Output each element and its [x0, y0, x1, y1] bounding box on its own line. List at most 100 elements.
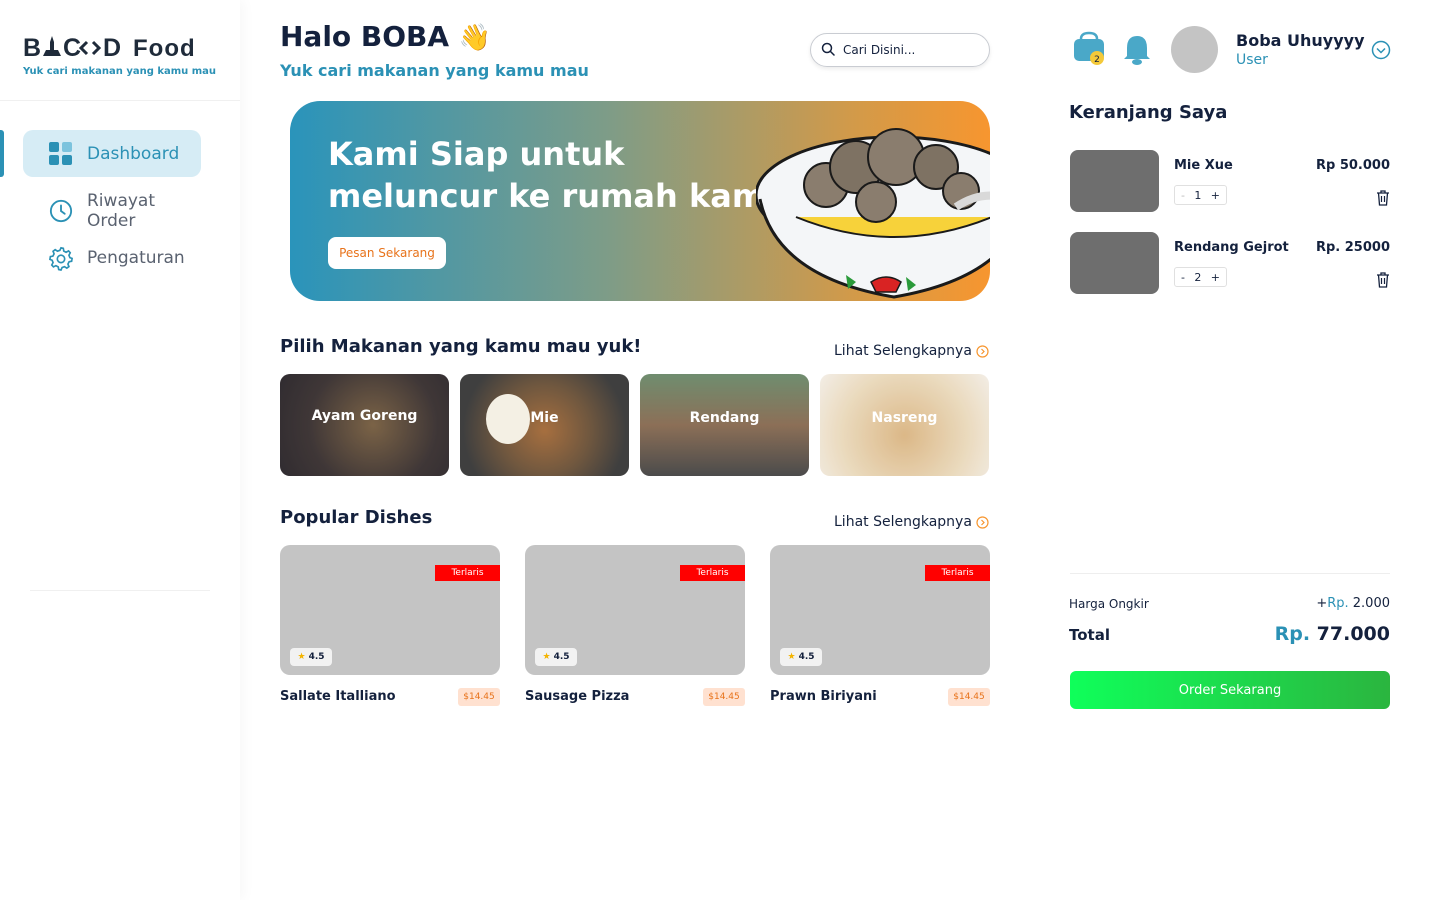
promo-banner: Kami Siap untuk meluncur ke rumah kamu P…: [290, 101, 990, 301]
total-value: Rp. 77.000: [1274, 623, 1390, 645]
dish-price: $14.45: [948, 688, 990, 706]
active-indicator: [0, 130, 4, 177]
dish-card[interactable]: Terlaris ★ 4.5 Sausage Pizza $14.45: [525, 545, 745, 706]
rating-badge: ★ 4.5: [780, 648, 822, 666]
rating-badge: ★ 4.5: [290, 648, 332, 666]
category-label: Mie: [530, 410, 559, 426]
bestseller-badge: Terlaris: [435, 565, 500, 581]
categories-see-more-link[interactable]: Lihat Selengkapnya: [834, 343, 989, 359]
cart-item-thumbnail: [1070, 232, 1159, 294]
cart-item: Mie Xue Rp 50.000 - 1 +: [1070, 150, 1390, 212]
bell-icon: [1124, 36, 1150, 65]
category-card-rendang[interactable]: Rendang: [640, 374, 809, 476]
chevron-right-circle-icon: [976, 344, 989, 358]
shipping-label: Harga Ongkir: [1069, 597, 1149, 611]
order-now-banner-button[interactable]: Pesan Sekarang: [328, 237, 446, 269]
quantity-stepper: - 1 +: [1174, 185, 1227, 205]
sidebar: B C D Food Yuk cari makanan yang kamu ma…: [0, 0, 240, 900]
search-input[interactable]: [843, 43, 973, 57]
brand-logo-mark: B C D Food: [23, 34, 196, 62]
sidebar-item-dashboard[interactable]: Dashboard: [23, 130, 201, 177]
decrement-button[interactable]: -: [1181, 189, 1185, 202]
dish-price: $14.45: [703, 688, 745, 706]
shipping-value: +Rp. 2.000: [1316, 596, 1390, 611]
cart-title: Keranjang Saya: [1069, 102, 1228, 123]
page-subtitle: Yuk cari makanan yang kamu mau: [280, 61, 589, 80]
star-icon: ★: [542, 652, 551, 662]
trash-icon: [1377, 272, 1389, 288]
svg-text:Food: Food: [133, 35, 196, 62]
cart-item: Rendang Gejrot Rp. 25000 - 2 +: [1070, 232, 1390, 294]
svg-text:B: B: [23, 34, 42, 62]
categories-title: Pilih Makanan yang kamu mau yuk!: [280, 336, 642, 357]
dish-card[interactable]: Terlaris ★ 4.5 Prawn Biriyani $14.45: [770, 545, 990, 706]
dish-image: Terlaris ★ 4.5: [525, 545, 745, 675]
bestseller-badge: Terlaris: [680, 565, 745, 581]
dish-card[interactable]: Terlaris ★ 4.5 Sallate Italliano $14.45: [280, 545, 500, 706]
sidebar-item-pengaturan[interactable]: Pengaturan: [23, 234, 201, 281]
svg-text:D: D: [103, 34, 122, 62]
popular-see-more-link[interactable]: Lihat Selengkapnya: [834, 514, 989, 530]
shopping-bag-button[interactable]: 2: [1073, 31, 1109, 71]
search-box[interactable]: [810, 33, 990, 67]
rating-badge: ★ 4.5: [535, 648, 577, 666]
cart-count-badge: 2: [1094, 55, 1100, 65]
cart-item-price: Rp. 25000: [1315, 240, 1390, 255]
wave-emoji-icon: 👋: [458, 23, 492, 53]
sidebar-item-label: Pengaturan: [87, 247, 185, 268]
dish-name: Sausage Pizza: [525, 689, 630, 704]
category-card-mie[interactable]: Mie: [460, 374, 629, 476]
gear-icon: [49, 246, 73, 271]
sidebar-item-label: Riwayat Order: [87, 190, 155, 231]
avatar[interactable]: [1171, 26, 1218, 73]
meatball-bowl-illustration: [756, 128, 990, 299]
category-label: Ayam Goreng: [311, 408, 418, 424]
increment-button[interactable]: +: [1211, 271, 1220, 284]
increment-button[interactable]: +: [1211, 189, 1220, 202]
dish-image: Terlaris ★ 4.5: [770, 545, 990, 675]
chevron-down-circle-icon: [1371, 40, 1391, 60]
search-icon: [821, 41, 835, 60]
cart-item-thumbnail: [1070, 150, 1159, 212]
quantity-value: 1: [1194, 188, 1202, 202]
decrement-button[interactable]: -: [1181, 271, 1185, 284]
quantity-value: 2: [1194, 270, 1202, 284]
sidebar-item-label: Dashboard: [87, 143, 180, 164]
delete-item-button[interactable]: [1376, 190, 1390, 210]
bestseller-badge: Terlaris: [925, 565, 990, 581]
user-menu-toggle[interactable]: [1371, 40, 1391, 64]
star-icon: ★: [297, 652, 306, 662]
cart-divider: [1070, 573, 1390, 574]
category-card-nasreng[interactable]: Nasreng: [820, 374, 989, 476]
order-now-button[interactable]: Order Sekarang: [1070, 671, 1390, 709]
brand-logo[interactable]: B C D Food: [23, 32, 208, 68]
star-icon: ★: [787, 652, 796, 662]
dish-price: $14.45: [458, 688, 500, 706]
sidebar-divider: [30, 590, 210, 591]
chevron-right-circle-icon: [976, 515, 989, 529]
popular-dishes-title: Popular Dishes: [280, 507, 433, 528]
cart-item-price: Rp 50.000: [1315, 158, 1390, 173]
cart-item-name: Mie Xue: [1174, 158, 1233, 173]
trash-icon: [1377, 190, 1389, 206]
shopping-bag-icon: 2: [1074, 31, 1104, 65]
category-label: Rendang: [689, 410, 760, 426]
banner-title: Kami Siap untuk meluncur ke rumah kamu: [328, 135, 788, 215]
cart-item-name: Rendang Gejrot: [1174, 240, 1289, 255]
total-label: Total: [1069, 626, 1110, 644]
quantity-stepper: - 2 +: [1174, 267, 1227, 287]
sidebar-item-riwayat-order[interactable]: Riwayat Order: [23, 187, 201, 234]
page-greeting: Halo BOBA 👋: [280, 20, 492, 53]
dish-name: Sallate Italliano: [280, 689, 396, 704]
sidebar-divider: [0, 100, 240, 101]
user-name: Boba Uhuyyyy: [1236, 31, 1365, 50]
category-card-ayam-goreng[interactable]: Ayam Goreng: [280, 374, 449, 476]
delete-item-button[interactable]: [1376, 272, 1390, 292]
category-label: Nasreng: [871, 410, 938, 426]
dashboard-grid-icon: [49, 141, 73, 166]
notification-button[interactable]: [1123, 34, 1151, 70]
dish-name: Prawn Biriyani: [770, 689, 877, 704]
user-role: User: [1236, 52, 1268, 68]
clock-icon: [49, 199, 73, 223]
dish-image: Terlaris ★ 4.5: [280, 545, 500, 675]
